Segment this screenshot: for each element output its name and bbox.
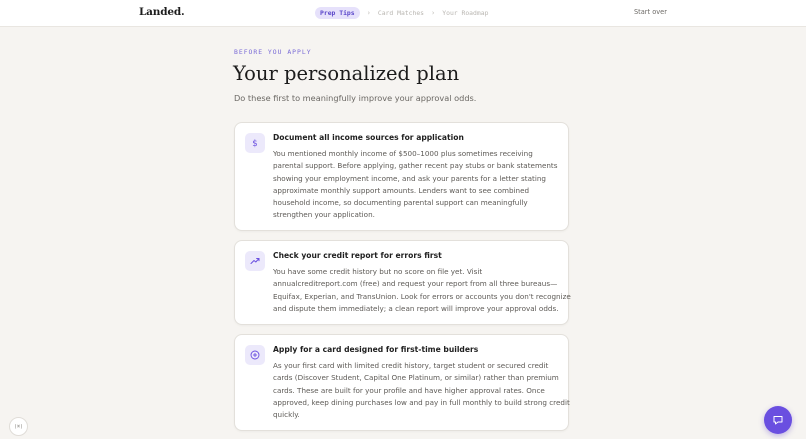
tip-body: You mentioned monthly income of $500–100…	[273, 148, 563, 222]
tip-body-line: showing your employment income, and ask …	[273, 173, 546, 183]
tip-body-line: Equifax, Experian, and TransUnion. Look …	[273, 291, 571, 301]
tip-body-line: and dispute them immediately; a clean re…	[273, 303, 559, 313]
section-eyebrow: BEFORE YOU APPLY	[234, 48, 312, 56]
tip-body-line: You have some credit history but no scor…	[273, 267, 483, 276]
start-over-link[interactable]: Start over	[634, 8, 667, 16]
page-subtitle: Do these first to meaningfully improve y…	[234, 93, 477, 103]
tip-body-line: cards. These are built for your profile …	[273, 385, 545, 395]
tip-title: Document all income sources for applicat…	[273, 133, 464, 142]
step-prep-tips[interactable]: Prep Tips	[315, 7, 360, 19]
tip-body-line: quickly.	[273, 410, 300, 420]
tip-body: As your first card with limited credit h…	[273, 360, 570, 421]
chevron-right-icon: ›	[431, 9, 436, 17]
step-progress: Prep Tips › Card Matches › Your Roadmap	[315, 7, 488, 19]
keyboard-shortcut-button[interactable]: (⌘)	[9, 417, 28, 436]
chat-button[interactable]	[764, 406, 792, 434]
tip-body-line: household income, so documenting parenta…	[273, 198, 528, 208]
tip-body: You have some credit history but no scor…	[273, 266, 571, 315]
tip-title: Check your credit report for errors firs…	[273, 251, 442, 260]
tip-body-line: parental support. Before applying, gathe…	[273, 161, 558, 171]
tip-card-income: $ Document all income sources for applic…	[234, 122, 569, 231]
plus-circle-icon	[245, 345, 265, 365]
tip-card-credit-report: Check your credit report for errors firs…	[234, 240, 571, 325]
chevron-right-icon: ›	[366, 9, 371, 17]
svg-text:$: $	[252, 139, 257, 148]
dollar-icon: $	[245, 133, 265, 153]
step-your-roadmap[interactable]: Your Roadmap	[442, 9, 488, 17]
tip-body-line: approved, keep dining purchases low and …	[273, 397, 570, 407]
step-card-matches[interactable]: Card Matches	[378, 9, 424, 17]
logo[interactable]: Landed.	[139, 6, 185, 18]
page-title: Your personalized plan	[233, 62, 460, 85]
tip-body-line: strengthen your application.	[273, 210, 375, 220]
top-nav-bar: Landed. Prep Tips › Card Matches › Your …	[0, 0, 806, 27]
tip-body-line: As your first card with limited credit h…	[273, 361, 549, 370]
tip-body-line: annualcreditreport.com (free) and reques…	[273, 279, 558, 289]
tip-title: Apply for a card designed for first-time…	[273, 345, 479, 354]
tip-body-line: cards (Discover Student, Capital One Pla…	[273, 373, 559, 383]
chat-bubble-icon	[773, 416, 783, 425]
tip-body-line: approximate monthly support amounts. Len…	[273, 185, 530, 195]
tip-body-line: You mentioned monthly income of $500–100…	[273, 149, 533, 158]
tip-card-first-card: Apply for a card designed for first-time…	[234, 334, 570, 431]
trending-up-icon	[245, 251, 265, 271]
